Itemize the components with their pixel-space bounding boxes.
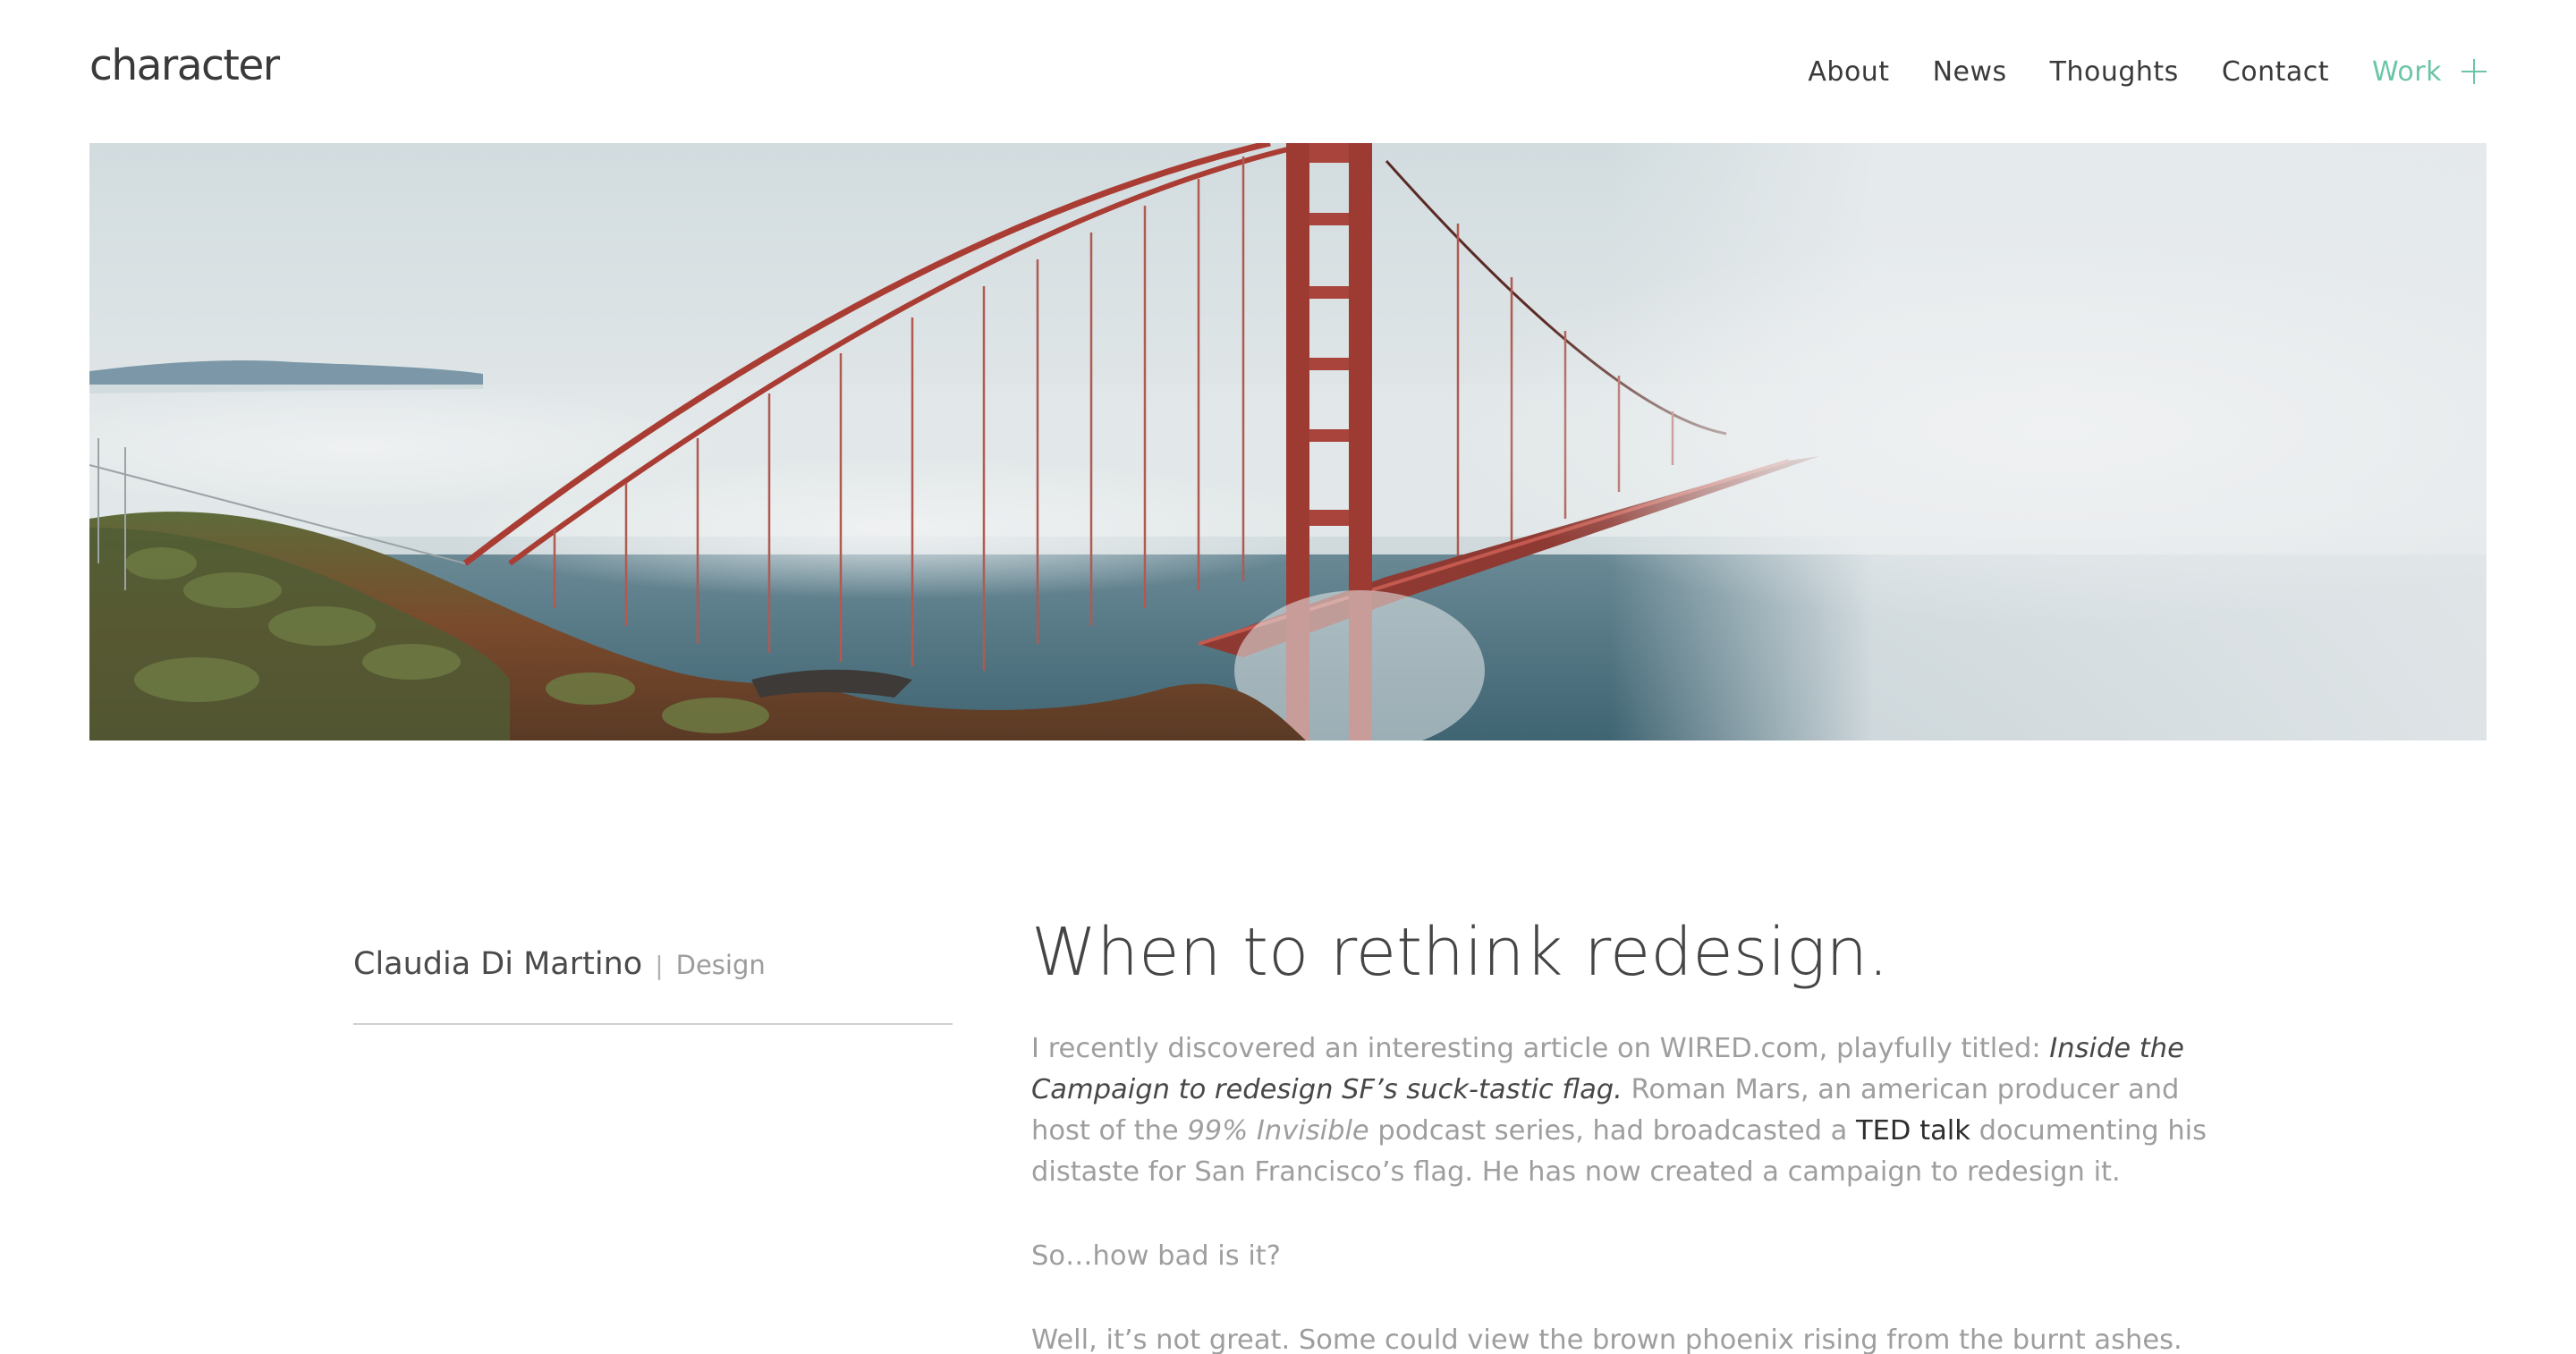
hero-image xyxy=(89,143,2487,740)
ted-talk-link[interactable]: TED talk xyxy=(1856,1115,1970,1147)
p1-middle2: podcast series, had broadcasted a xyxy=(1368,1115,1857,1147)
podcast-name: 99% Invisible xyxy=(1187,1115,1369,1147)
category-label[interactable]: Design xyxy=(676,950,766,980)
site-logo[interactable]: character xyxy=(89,41,280,90)
nav-thoughts[interactable]: Thoughts xyxy=(2050,56,2179,88)
paragraph-2: So…how bad is it? xyxy=(1031,1240,1281,1272)
byline-divider xyxy=(353,1023,953,1025)
article-title: When to rethink redesign. xyxy=(1031,914,1889,991)
nav-about[interactable]: About xyxy=(1808,56,1889,88)
main-nav: About News Thoughts Contact Work xyxy=(1765,52,2487,91)
article: When to rethink redesign. I recently dis… xyxy=(1031,912,2230,1354)
nav-news[interactable]: News xyxy=(1933,56,2007,88)
paragraph-3: Well, it’s not great. Some could view th… xyxy=(1031,1324,2182,1354)
plus-icon[interactable] xyxy=(2462,59,2487,84)
nav-work[interactable]: Work xyxy=(2372,56,2487,88)
nav-contact[interactable]: Contact xyxy=(2222,56,2329,88)
author-name[interactable]: Claudia Di Martino xyxy=(353,946,642,982)
byline-separator: | xyxy=(655,951,664,980)
byline: Claudia Di Martino | Design xyxy=(353,946,953,982)
nav-work-label: Work xyxy=(2372,55,2442,88)
paragraph-1: I recently discovered an interesting art… xyxy=(1031,1028,2230,1193)
p1-intro: I recently discovered an interesting art… xyxy=(1031,1033,2050,1064)
article-body: I recently discovered an interesting art… xyxy=(1031,1028,2230,1354)
